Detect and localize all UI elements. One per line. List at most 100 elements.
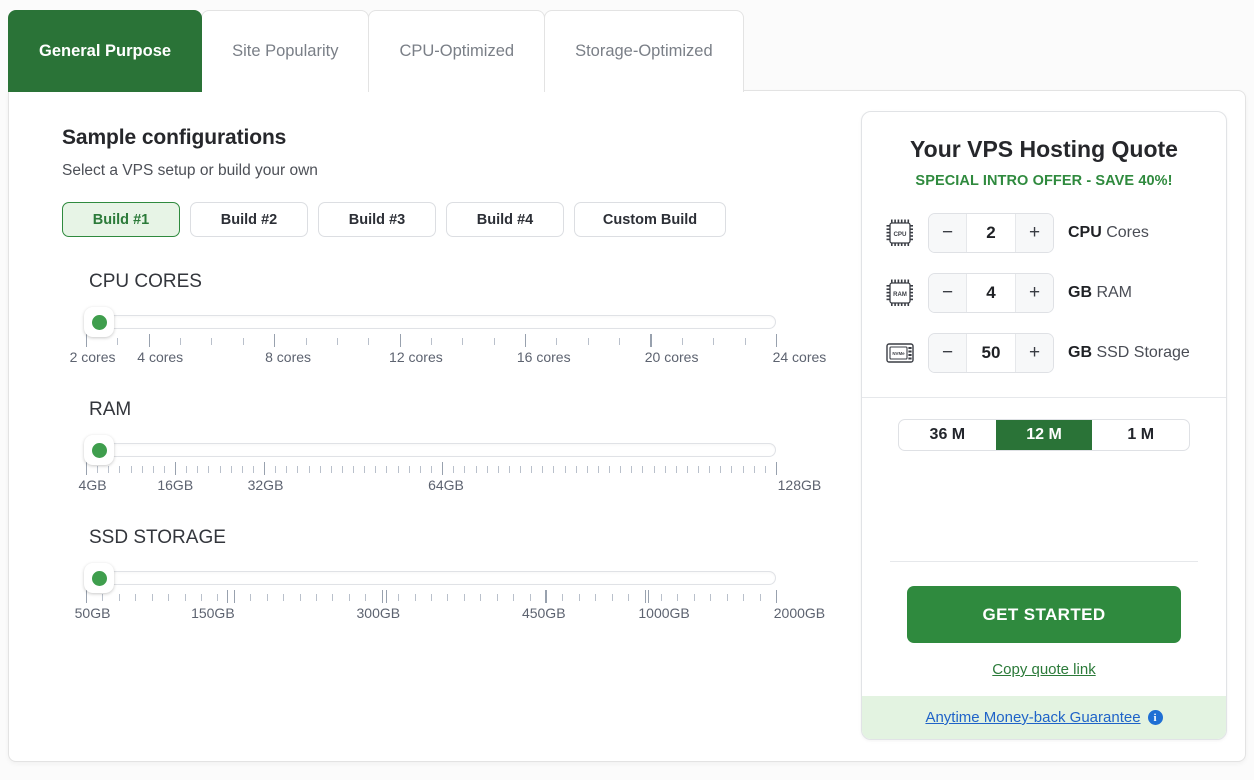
scale-label: 2 cores	[69, 349, 116, 365]
scale-label: 300GB	[356, 605, 401, 621]
spec-unit: CPU	[1068, 223, 1102, 241]
build-button-build-2[interactable]: Build #2	[190, 202, 308, 237]
spec-unit-rest: Cores	[1101, 223, 1149, 241]
spec-row-cpu-chip: CPU −2 + CPU Cores	[862, 209, 1226, 256]
spec-unit-label: GB RAM	[1068, 284, 1132, 302]
stepper-value[interactable]: 2	[967, 213, 1015, 252]
spec-unit: GB	[1068, 283, 1092, 301]
scale-label: 128GB	[777, 477, 822, 493]
quote-divider-top	[862, 397, 1226, 398]
quote-title: Your VPS Hosting Quote	[910, 136, 1178, 162]
slider-thumb-ram[interactable]	[84, 435, 114, 465]
svg-text:CPU: CPU	[893, 231, 907, 238]
scale-label: 150GB	[191, 605, 235, 621]
build-button-build-4[interactable]: Build #4	[446, 202, 564, 237]
build-button-build-3[interactable]: Build #3	[318, 202, 436, 237]
copy-quote-link[interactable]: Copy quote link	[862, 661, 1226, 678]
configurator-panel: Sample configurations Select a VPS setup…	[8, 90, 1246, 762]
slider-ticks-ram	[86, 462, 777, 476]
scale-label: 16 cores	[516, 349, 571, 365]
spec-unit-label: CPU Cores	[1068, 224, 1149, 242]
scale-label: 32GB	[247, 477, 284, 493]
term-option-12-m[interactable]: 12 M	[995, 420, 1093, 450]
slider-thumb-dot	[91, 442, 107, 458]
slider-ram[interactable]: 4GB 16GB 32GB 64GB 128GB	[70, 435, 822, 493]
slider-track-cpu-cores[interactable]	[86, 315, 776, 329]
stepper-value[interactable]: 50	[967, 333, 1015, 372]
stepper-value[interactable]: 4	[967, 273, 1015, 312]
quote-spacer	[862, 451, 1226, 561]
build-button-build-1[interactable]: Build #1	[62, 202, 180, 237]
tab-cpu-optimized[interactable]: CPU-Optimized	[368, 10, 546, 92]
slider-group-cpu-cores: CPU CORES 2 cores 4 cores 8 cores 12 cores 16…	[62, 271, 827, 367]
build-button-custom-build[interactable]: Custom Build	[574, 202, 726, 237]
tab-site-popularity[interactable]: Site Popularity	[201, 10, 370, 92]
slider-list: CPU CORES 2 cores 4 cores 8 cores 12 cores 16…	[62, 271, 827, 623]
slider-group-ssd-storage: SSD STORAGE 50GB 150GB 300GB 450GB 1000GB 2000…	[62, 527, 826, 623]
spec-row-nvme-drive: NVMe −50 + GB SSD Storage	[862, 329, 1226, 376]
slider-scale-ssd-storage: 50GB 150GB 300GB 450GB 1000GB 2000GB	[70, 605, 826, 623]
increment-button[interactable]: +	[1015, 273, 1053, 312]
scale-label: 1000GB	[638, 605, 690, 621]
slider-cpu-cores[interactable]: 2 cores 4 cores 8 cores 12 cores 16 cores 20 …	[69, 307, 827, 367]
slider-label-ram: RAM	[89, 399, 132, 420]
scale-label: 50GB	[74, 605, 111, 621]
ram-chip-icon: RAM	[885, 278, 915, 308]
increment-button[interactable]: +	[1015, 213, 1053, 252]
guarantee-link[interactable]: Anytime Money-back Guarantee	[925, 709, 1140, 726]
page-title: Sample configurations	[62, 126, 287, 149]
term-option-1-m[interactable]: 1 M	[1092, 420, 1189, 450]
quote-divider-bottom	[890, 561, 1198, 562]
svg-text:NVMe: NVMe	[892, 350, 905, 355]
slider-ssd-storage[interactable]: 50GB 150GB 300GB 450GB 1000GB 2000GB	[70, 563, 826, 623]
slider-thumb-ssd-storage[interactable]	[84, 563, 114, 593]
stepper-ram: −4 +	[928, 272, 1054, 313]
spec-unit-rest: SSD Storage	[1092, 343, 1190, 361]
nvme-drive-icon: NVMe	[885, 338, 915, 368]
stepper-ssd-storage: −50 +	[928, 332, 1054, 373]
scale-label: 4 cores	[137, 349, 184, 365]
slider-track-ram[interactable]	[86, 443, 776, 457]
scale-label: 12 cores	[389, 349, 443, 365]
slider-thumb-dot	[91, 570, 107, 586]
slider-ticks-ssd-storage	[86, 590, 777, 604]
billing-term-selector: 36 M 12 M1 M	[898, 419, 1190, 451]
decrement-button[interactable]: −	[929, 333, 967, 372]
slider-label-cpu-cores: CPU CORES	[89, 271, 202, 292]
decrement-button[interactable]: −	[929, 273, 967, 312]
slider-thumb-cpu-cores[interactable]	[84, 307, 114, 337]
cpu-chip-icon: CPU	[885, 218, 915, 248]
tab-storage-optimized[interactable]: Storage-Optimized	[544, 10, 744, 92]
slider-group-ram: RAM 4GB 16GB 32GB 64GB 128GB	[62, 399, 822, 493]
scale-label: 64GB	[428, 477, 464, 493]
slider-scale-cpu-cores: 2 cores 4 cores 8 cores 12 cores 16 cores 20 …	[69, 349, 827, 367]
decrement-button[interactable]: −	[929, 213, 967, 252]
build-preset-group: Build #1 Build #2 Build #3 Build #4 Custom B…	[62, 202, 822, 237]
increment-button[interactable]: +	[1015, 333, 1053, 372]
get-started-button[interactable]: GET STARTED	[907, 586, 1181, 643]
slider-thumb-dot	[91, 314, 107, 330]
scale-label: 16GB	[157, 477, 194, 493]
term-option-36-m[interactable]: 36 M	[899, 420, 996, 450]
slider-track-ssd-storage[interactable]	[86, 571, 776, 585]
scale-label: 2000GB	[773, 605, 826, 621]
vps-configurator-page: General Purpose Site Popularity CPU-Optimi…	[0, 0, 1254, 780]
scale-label: 8 cores	[265, 349, 312, 365]
category-tab-bar: General Purpose Site Popularity CPU-Optimi…	[8, 10, 744, 92]
spec-unit-label: GB SSD Storage	[1068, 344, 1190, 362]
section-subtitle: Select a VPS setup or build your own	[62, 162, 318, 179]
slider-scale-ram: 4GB 16GB 32GB 64GB 128GB	[70, 477, 822, 495]
slider-label-ssd-storage: SSD STORAGE	[89, 527, 226, 548]
spec-unit: GB	[1068, 343, 1092, 361]
spec-stepper-list: CPU −2 + CPU Cores RAM −4 + GB RAM NVMe −50 + GB…	[862, 209, 1226, 389]
stepper-cores: −2 +	[928, 212, 1054, 253]
scale-label: 450GB	[521, 605, 566, 621]
money-back-guarantee-banner: Anytime Money-back Guarantee i	[862, 696, 1226, 739]
svg-text:RAM: RAM	[893, 292, 907, 298]
slider-ticks-cpu-cores	[86, 334, 777, 348]
scale-label: 4GB	[78, 477, 107, 493]
configuration-column: Sample configurations Select a VPS setup…	[62, 126, 827, 623]
tab-general-purpose[interactable]: General Purpose	[8, 10, 203, 92]
info-icon[interactable]: i	[1147, 710, 1163, 725]
quote-card: Your VPS Hosting Quote SPECIAL INTRO OFF…	[861, 111, 1227, 740]
